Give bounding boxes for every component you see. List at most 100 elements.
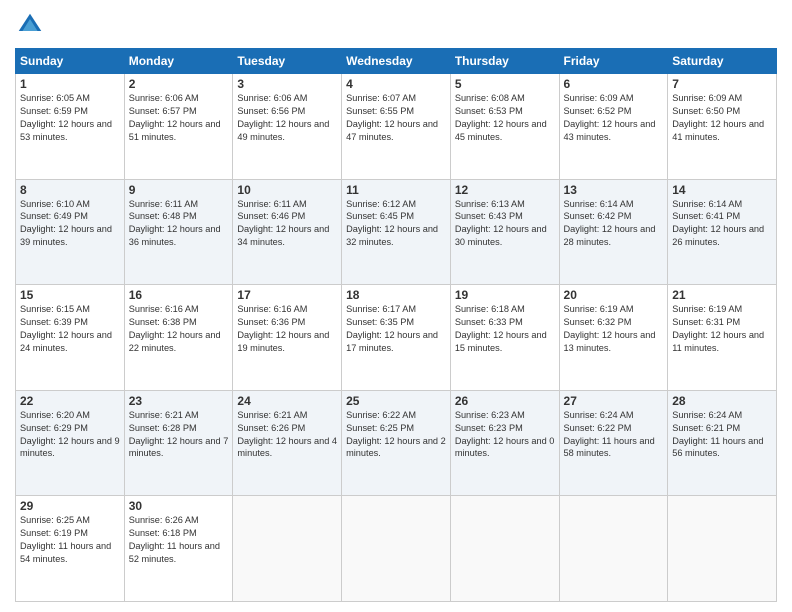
day-info: Sunrise: 6:21 AM Sunset: 6:28 PM Dayligh… [129, 409, 229, 461]
day-cell: 16Sunrise: 6:16 AM Sunset: 6:38 PM Dayli… [124, 285, 233, 391]
day-number: 15 [20, 288, 120, 302]
day-info: Sunrise: 6:12 AM Sunset: 6:45 PM Dayligh… [346, 198, 446, 250]
day-number: 11 [346, 183, 446, 197]
calendar: SundayMondayTuesdayWednesdayThursdayFrid… [15, 48, 777, 602]
day-info: Sunrise: 6:11 AM Sunset: 6:46 PM Dayligh… [237, 198, 337, 250]
week-row-2: 8Sunrise: 6:10 AM Sunset: 6:49 PM Daylig… [16, 179, 777, 285]
day-cell: 13Sunrise: 6:14 AM Sunset: 6:42 PM Dayli… [559, 179, 668, 285]
day-cell: 19Sunrise: 6:18 AM Sunset: 6:33 PM Dayli… [450, 285, 559, 391]
day-cell: 24Sunrise: 6:21 AM Sunset: 6:26 PM Dayli… [233, 390, 342, 496]
day-cell: 29Sunrise: 6:25 AM Sunset: 6:19 PM Dayli… [16, 496, 125, 602]
weekday-tuesday: Tuesday [233, 49, 342, 74]
day-cell [559, 496, 668, 602]
day-cell: 20Sunrise: 6:19 AM Sunset: 6:32 PM Dayli… [559, 285, 668, 391]
day-number: 17 [237, 288, 337, 302]
day-info: Sunrise: 6:21 AM Sunset: 6:26 PM Dayligh… [237, 409, 337, 461]
day-info: Sunrise: 6:16 AM Sunset: 6:36 PM Dayligh… [237, 303, 337, 355]
weekday-sunday: Sunday [16, 49, 125, 74]
header [15, 10, 777, 40]
day-info: Sunrise: 6:17 AM Sunset: 6:35 PM Dayligh… [346, 303, 446, 355]
day-cell: 11Sunrise: 6:12 AM Sunset: 6:45 PM Dayli… [342, 179, 451, 285]
day-cell: 30Sunrise: 6:26 AM Sunset: 6:18 PM Dayli… [124, 496, 233, 602]
day-number: 1 [20, 77, 120, 91]
day-cell: 1Sunrise: 6:05 AM Sunset: 6:59 PM Daylig… [16, 74, 125, 180]
weekday-header: SundayMondayTuesdayWednesdayThursdayFrid… [16, 49, 777, 74]
day-info: Sunrise: 6:16 AM Sunset: 6:38 PM Dayligh… [129, 303, 229, 355]
day-info: Sunrise: 6:24 AM Sunset: 6:21 PM Dayligh… [672, 409, 772, 461]
day-number: 23 [129, 394, 229, 408]
weekday-thursday: Thursday [450, 49, 559, 74]
day-cell: 22Sunrise: 6:20 AM Sunset: 6:29 PM Dayli… [16, 390, 125, 496]
day-info: Sunrise: 6:06 AM Sunset: 6:56 PM Dayligh… [237, 92, 337, 144]
day-number: 9 [129, 183, 229, 197]
day-info: Sunrise: 6:19 AM Sunset: 6:31 PM Dayligh… [672, 303, 772, 355]
day-number: 12 [455, 183, 555, 197]
day-number: 6 [564, 77, 664, 91]
day-number: 29 [20, 499, 120, 513]
day-info: Sunrise: 6:15 AM Sunset: 6:39 PM Dayligh… [20, 303, 120, 355]
day-cell: 3Sunrise: 6:06 AM Sunset: 6:56 PM Daylig… [233, 74, 342, 180]
day-number: 8 [20, 183, 120, 197]
week-row-4: 22Sunrise: 6:20 AM Sunset: 6:29 PM Dayli… [16, 390, 777, 496]
logo-icon [15, 10, 45, 40]
day-cell [668, 496, 777, 602]
weekday-friday: Friday [559, 49, 668, 74]
day-number: 24 [237, 394, 337, 408]
day-cell: 25Sunrise: 6:22 AM Sunset: 6:25 PM Dayli… [342, 390, 451, 496]
day-number: 21 [672, 288, 772, 302]
day-number: 30 [129, 499, 229, 513]
day-number: 20 [564, 288, 664, 302]
day-cell: 4Sunrise: 6:07 AM Sunset: 6:55 PM Daylig… [342, 74, 451, 180]
day-info: Sunrise: 6:09 AM Sunset: 6:50 PM Dayligh… [672, 92, 772, 144]
week-row-3: 15Sunrise: 6:15 AM Sunset: 6:39 PM Dayli… [16, 285, 777, 391]
day-info: Sunrise: 6:06 AM Sunset: 6:57 PM Dayligh… [129, 92, 229, 144]
day-info: Sunrise: 6:18 AM Sunset: 6:33 PM Dayligh… [455, 303, 555, 355]
day-number: 3 [237, 77, 337, 91]
day-cell: 10Sunrise: 6:11 AM Sunset: 6:46 PM Dayli… [233, 179, 342, 285]
day-cell: 21Sunrise: 6:19 AM Sunset: 6:31 PM Dayli… [668, 285, 777, 391]
day-info: Sunrise: 6:26 AM Sunset: 6:18 PM Dayligh… [129, 514, 229, 566]
day-number: 10 [237, 183, 337, 197]
day-info: Sunrise: 6:25 AM Sunset: 6:19 PM Dayligh… [20, 514, 120, 566]
calendar-body: 1Sunrise: 6:05 AM Sunset: 6:59 PM Daylig… [16, 74, 777, 602]
day-cell: 6Sunrise: 6:09 AM Sunset: 6:52 PM Daylig… [559, 74, 668, 180]
weekday-monday: Monday [124, 49, 233, 74]
day-info: Sunrise: 6:07 AM Sunset: 6:55 PM Dayligh… [346, 92, 446, 144]
day-info: Sunrise: 6:09 AM Sunset: 6:52 PM Dayligh… [564, 92, 664, 144]
day-info: Sunrise: 6:13 AM Sunset: 6:43 PM Dayligh… [455, 198, 555, 250]
day-number: 18 [346, 288, 446, 302]
day-cell: 2Sunrise: 6:06 AM Sunset: 6:57 PM Daylig… [124, 74, 233, 180]
day-number: 14 [672, 183, 772, 197]
day-number: 19 [455, 288, 555, 302]
day-cell: 8Sunrise: 6:10 AM Sunset: 6:49 PM Daylig… [16, 179, 125, 285]
day-cell: 9Sunrise: 6:11 AM Sunset: 6:48 PM Daylig… [124, 179, 233, 285]
day-number: 16 [129, 288, 229, 302]
weekday-saturday: Saturday [668, 49, 777, 74]
day-cell [450, 496, 559, 602]
day-number: 13 [564, 183, 664, 197]
day-cell: 23Sunrise: 6:21 AM Sunset: 6:28 PM Dayli… [124, 390, 233, 496]
day-number: 22 [20, 394, 120, 408]
day-number: 4 [346, 77, 446, 91]
logo [15, 10, 49, 40]
day-info: Sunrise: 6:08 AM Sunset: 6:53 PM Dayligh… [455, 92, 555, 144]
day-cell: 12Sunrise: 6:13 AM Sunset: 6:43 PM Dayli… [450, 179, 559, 285]
weekday-wednesday: Wednesday [342, 49, 451, 74]
day-info: Sunrise: 6:22 AM Sunset: 6:25 PM Dayligh… [346, 409, 446, 461]
day-number: 5 [455, 77, 555, 91]
day-info: Sunrise: 6:14 AM Sunset: 6:41 PM Dayligh… [672, 198, 772, 250]
day-number: 25 [346, 394, 446, 408]
day-cell: 28Sunrise: 6:24 AM Sunset: 6:21 PM Dayli… [668, 390, 777, 496]
day-info: Sunrise: 6:23 AM Sunset: 6:23 PM Dayligh… [455, 409, 555, 461]
day-cell [342, 496, 451, 602]
day-cell: 17Sunrise: 6:16 AM Sunset: 6:36 PM Dayli… [233, 285, 342, 391]
day-number: 28 [672, 394, 772, 408]
day-cell: 26Sunrise: 6:23 AM Sunset: 6:23 PM Dayli… [450, 390, 559, 496]
day-cell: 7Sunrise: 6:09 AM Sunset: 6:50 PM Daylig… [668, 74, 777, 180]
day-cell: 5Sunrise: 6:08 AM Sunset: 6:53 PM Daylig… [450, 74, 559, 180]
day-info: Sunrise: 6:24 AM Sunset: 6:22 PM Dayligh… [564, 409, 664, 461]
day-number: 2 [129, 77, 229, 91]
week-row-1: 1Sunrise: 6:05 AM Sunset: 6:59 PM Daylig… [16, 74, 777, 180]
day-cell: 14Sunrise: 6:14 AM Sunset: 6:41 PM Dayli… [668, 179, 777, 285]
day-info: Sunrise: 6:10 AM Sunset: 6:49 PM Dayligh… [20, 198, 120, 250]
